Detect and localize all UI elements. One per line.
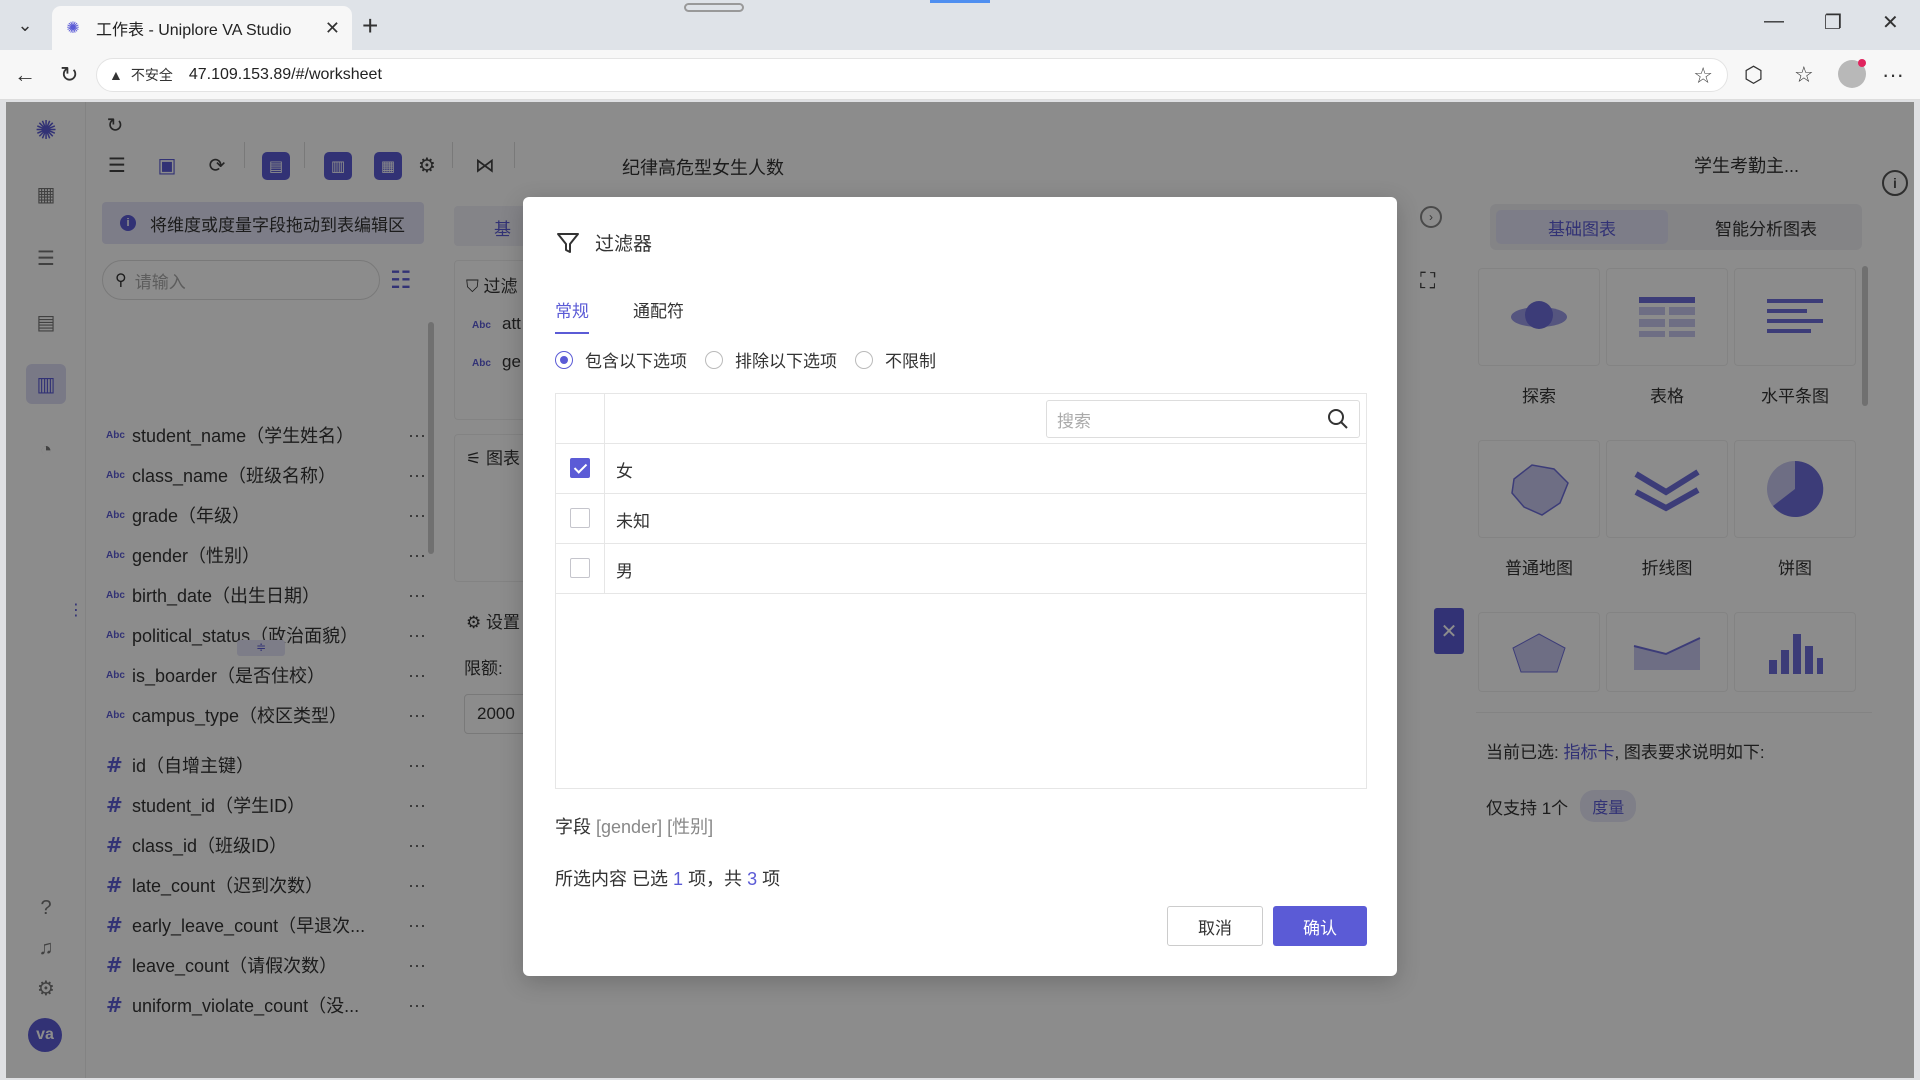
field-info: 字段 [gender] [性别]: [555, 817, 714, 837]
address-bar-row: ← ↻ ▲ 不安全 47.109.153.89/#/worksheet ☆ ⬡ …: [0, 50, 1920, 100]
window-close-icon[interactable]: ✕: [1882, 10, 1899, 35]
filter-dialog: 过滤器 常规 通配符 包含以下选项 排除以下选项 不限制 搜索 女未知男 字段 …: [523, 197, 1397, 976]
option-checkbox[interactable]: [570, 558, 590, 578]
browser-menu-icon[interactable]: ···: [1882, 62, 1904, 88]
radio-unlimited-control[interactable]: [855, 350, 873, 369]
option-label: 未知: [616, 512, 650, 531]
option-label: 女: [616, 462, 633, 481]
tab-list-dropdown-icon[interactable]: ⌄: [12, 12, 38, 38]
url-text: 47.109.153.89/#/worksheet: [188, 66, 382, 83]
option-list: 搜索 女未知男: [555, 393, 1367, 789]
radio-include[interactable]: 包含以下选项: [555, 347, 687, 372]
tab-general[interactable]: 常规: [555, 297, 589, 334]
extensions-icon[interactable]: ⬡: [1744, 62, 1763, 88]
option-checkbox[interactable]: [570, 458, 590, 478]
insecure-label: 不安全: [130, 67, 173, 83]
option-list-header: 搜索: [556, 394, 1366, 444]
tab-close-icon[interactable]: ✕: [325, 18, 340, 39]
url-field[interactable]: ▲ 不安全 47.109.153.89/#/worksheet ☆: [96, 58, 1728, 92]
tab-indicator: [930, 0, 990, 3]
radio-exclude[interactable]: 排除以下选项: [705, 347, 837, 372]
browser-tab-active[interactable]: ✺ 工作表 - Uniplore VA Studio ✕: [52, 6, 352, 50]
option-checkbox[interactable]: [570, 508, 590, 528]
tab-wildcard[interactable]: 通配符: [633, 297, 684, 322]
radio-include-control[interactable]: [555, 350, 573, 369]
selection-summary: 所选内容 已选 1 项，共 3 项: [555, 869, 781, 889]
option-row[interactable]: 男: [556, 544, 1366, 594]
filter-mode-radio-group: 包含以下选项 排除以下选项 不限制: [555, 347, 954, 372]
radio-exclude-control[interactable]: [705, 350, 723, 369]
cancel-button[interactable]: 取消: [1167, 906, 1263, 946]
restore-icon[interactable]: ❐: [1824, 10, 1842, 35]
minimize-icon[interactable]: —: [1764, 10, 1784, 33]
favorite-star-icon[interactable]: ☆: [1693, 63, 1713, 89]
back-icon[interactable]: ←: [14, 62, 36, 88]
radio-unlimited[interactable]: 不限制: [855, 347, 936, 372]
browser-tab-title: 工作表 - Uniplore VA Studio: [96, 22, 292, 39]
app-favicon-icon: ✺: [66, 20, 80, 37]
profile-notification-dot: [1858, 59, 1866, 67]
browser-tabbar: ⌄ ✺ 工作表 - Uniplore VA Studio ✕ + — ❐ ✕: [0, 0, 1920, 50]
dialog-title-text: 过滤器: [595, 234, 653, 255]
search-icon: [1328, 409, 1348, 429]
option-search-input[interactable]: 搜索: [1046, 400, 1360, 438]
reload-icon[interactable]: ↻: [60, 62, 78, 88]
field-value: [gender] [性别]: [596, 817, 714, 837]
option-row[interactable]: 未知: [556, 494, 1366, 544]
option-label: 男: [616, 562, 633, 581]
window-drag-handle[interactable]: [684, 3, 744, 12]
warning-icon: ▲: [109, 67, 123, 83]
option-search-placeholder: 搜索: [1057, 411, 1091, 431]
new-tab-icon[interactable]: +: [362, 10, 378, 42]
dialog-title: 过滤器: [555, 229, 652, 256]
confirm-button[interactable]: 确认: [1273, 906, 1367, 946]
selected-count: 1: [673, 869, 684, 889]
option-row[interactable]: 女: [556, 444, 1366, 494]
filter-funnel-icon: [557, 232, 579, 253]
favorites-icon[interactable]: ☆: [1794, 62, 1814, 88]
total-count: 3: [747, 869, 758, 889]
